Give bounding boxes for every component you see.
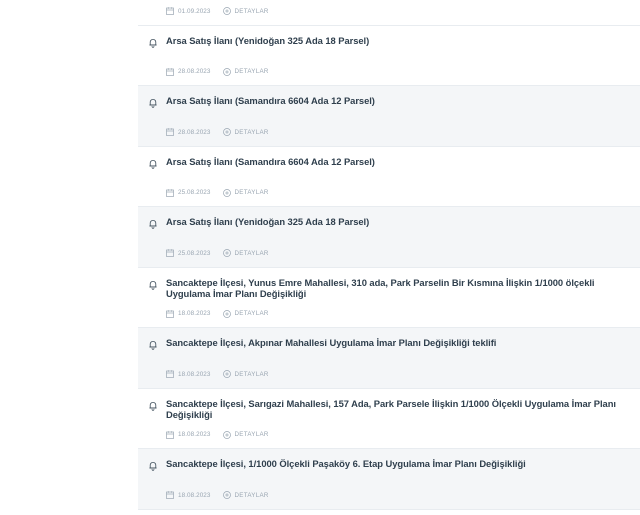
item-meta: 18.08.2023 DETAYLAR [166,309,269,319]
plus-circle-icon [222,309,231,318]
item-date: 18.08.2023 [178,431,211,438]
details-label: DETAYLAR [234,370,269,378]
item-date: 18.08.2023 [178,370,211,378]
calendar-icon [166,67,174,76]
calendar-icon [166,249,174,257]
bell-icon [149,99,157,108]
details-label: DETAYLAR [234,7,269,15]
item-date: 18.08.2023 [178,491,211,499]
plus-circle-icon [222,249,231,257]
item-date: 28.08.2023 [178,128,211,136]
item-title-link[interactable]: Arsa Satış İlanı (Yenidoğan 325 Ada 18 P… [166,216,634,228]
details-link[interactable]: DETAYLAR [222,491,269,499]
plus-circle-icon [222,7,231,15]
plus-circle-icon [222,67,231,76]
item-date: 25.08.2023 [178,249,211,257]
bell-icon [149,280,157,290]
calendar-icon [166,128,174,136]
item-title-link[interactable]: Sancaktepe İlçesi, 1/1000 Ölçekli Paşakö… [166,458,634,470]
item-title-link[interactable]: Arsa Satış İlanı (Samandıra 6604 Ada 12 … [166,95,634,107]
bell-icon [149,401,157,411]
details-link[interactable]: DETAYLAR [222,67,269,76]
details-label: DETAYLAR [234,310,269,317]
item-date: 25.08.2023 [178,189,211,196]
item-meta: 25.08.2023 DETAYLAR [166,188,269,198]
details-link[interactable]: DETAYLAR [222,249,269,257]
item-date: 01.09.2023 [178,7,211,15]
details-label: DETAYLAR [234,68,269,75]
details-link[interactable]: DETAYLAR [222,309,269,318]
item-meta: 25.08.2023 DETAYLAR [166,248,269,258]
details-link[interactable]: DETAYLAR [222,188,269,197]
bell-icon [149,462,157,471]
list-item[interactable]: Sancaktepe İlçesi, 1/1000 Ölçekli Paşakö… [138,449,640,510]
list-item[interactable]: Sancaktepe İlçesi, Sarıgazi Mahallesi, 1… [138,388,640,449]
calendar-icon [166,430,174,439]
plus-circle-icon [222,128,231,136]
list-item[interactable]: Arsa Satış İlanı (Samandıra 6604 Ada 12 … [138,146,640,207]
item-title-link[interactable]: Arsa Satış İlanı (Yenidoğan 325 Ada 18 P… [166,35,634,47]
item-meta: 18.08.2023 DETAYLAR [166,490,269,500]
plus-circle-icon [222,491,231,499]
item-meta: 28.08.2023 DETAYLAR [166,67,269,77]
bell-icon [149,341,157,350]
details-label: DETAYLAR [234,431,269,438]
list-item[interactable]: Arsa Satış İlanı (Yenidoğan 325 Ada 18 P… [138,207,640,268]
item-title-link[interactable]: Arsa Satış İlanı (Samandıra 6604 Ada 12 … [166,156,634,168]
details-link[interactable]: DETAYLAR [222,370,269,378]
item-title-link[interactable]: Sancaktepe İlçesi, Yunus Emre Mahallesi,… [166,277,634,300]
list-item[interactable]: Sancaktepe İlçesi, Akpınar Mahallesi Uyg… [138,328,640,389]
calendar-icon [166,7,174,15]
bell-icon [149,220,157,229]
item-meta: 18.08.2023 DETAYLAR [166,430,269,440]
bell-icon [149,38,157,48]
item-title-link[interactable]: Sancaktepe İlçesi, Sarıgazi Mahallesi, 1… [166,398,634,421]
list-item[interactable]: Arsa Satış İlanı (Yenidoğan 325 Ada 18 P… [138,25,640,86]
calendar-icon [166,491,174,499]
item-meta: 18.08.2023 DETAYLAR [166,369,269,379]
item-meta: 28.08.2023 DETAYLAR [166,127,269,137]
calendar-icon [166,309,174,318]
bell-icon [149,159,157,169]
item-title-link[interactable]: Sancaktepe İlçesi, Akpınar Mahallesi Uyg… [166,337,634,349]
details-label: DETAYLAR [234,491,269,499]
list-item[interactable]: 01.09.2023 DETAYLAR [138,0,640,26]
details-link[interactable]: DETAYLAR [222,128,269,136]
list-item[interactable]: Sancaktepe İlçesi, Yunus Emre Mahallesi,… [138,267,640,328]
calendar-icon [166,370,174,378]
announcement-list: 01.09.2023 DETAYLAR Arsa Satış İlanı (Ye… [138,0,640,510]
details-label: DETAYLAR [234,128,269,136]
list-item[interactable]: Arsa Satış İlanı (Samandıra 6604 Ada 12 … [138,86,640,147]
calendar-icon [166,188,174,197]
details-link[interactable]: DETAYLAR [222,7,269,15]
item-date: 18.08.2023 [178,310,211,317]
details-link[interactable]: DETAYLAR [222,430,269,439]
item-date: 28.08.2023 [178,68,211,75]
plus-circle-icon [222,370,231,378]
item-meta: 01.09.2023 DETAYLAR [166,6,269,16]
plus-circle-icon [222,188,231,197]
details-label: DETAYLAR [234,249,269,257]
details-label: DETAYLAR [234,189,269,196]
plus-circle-icon [222,430,231,439]
